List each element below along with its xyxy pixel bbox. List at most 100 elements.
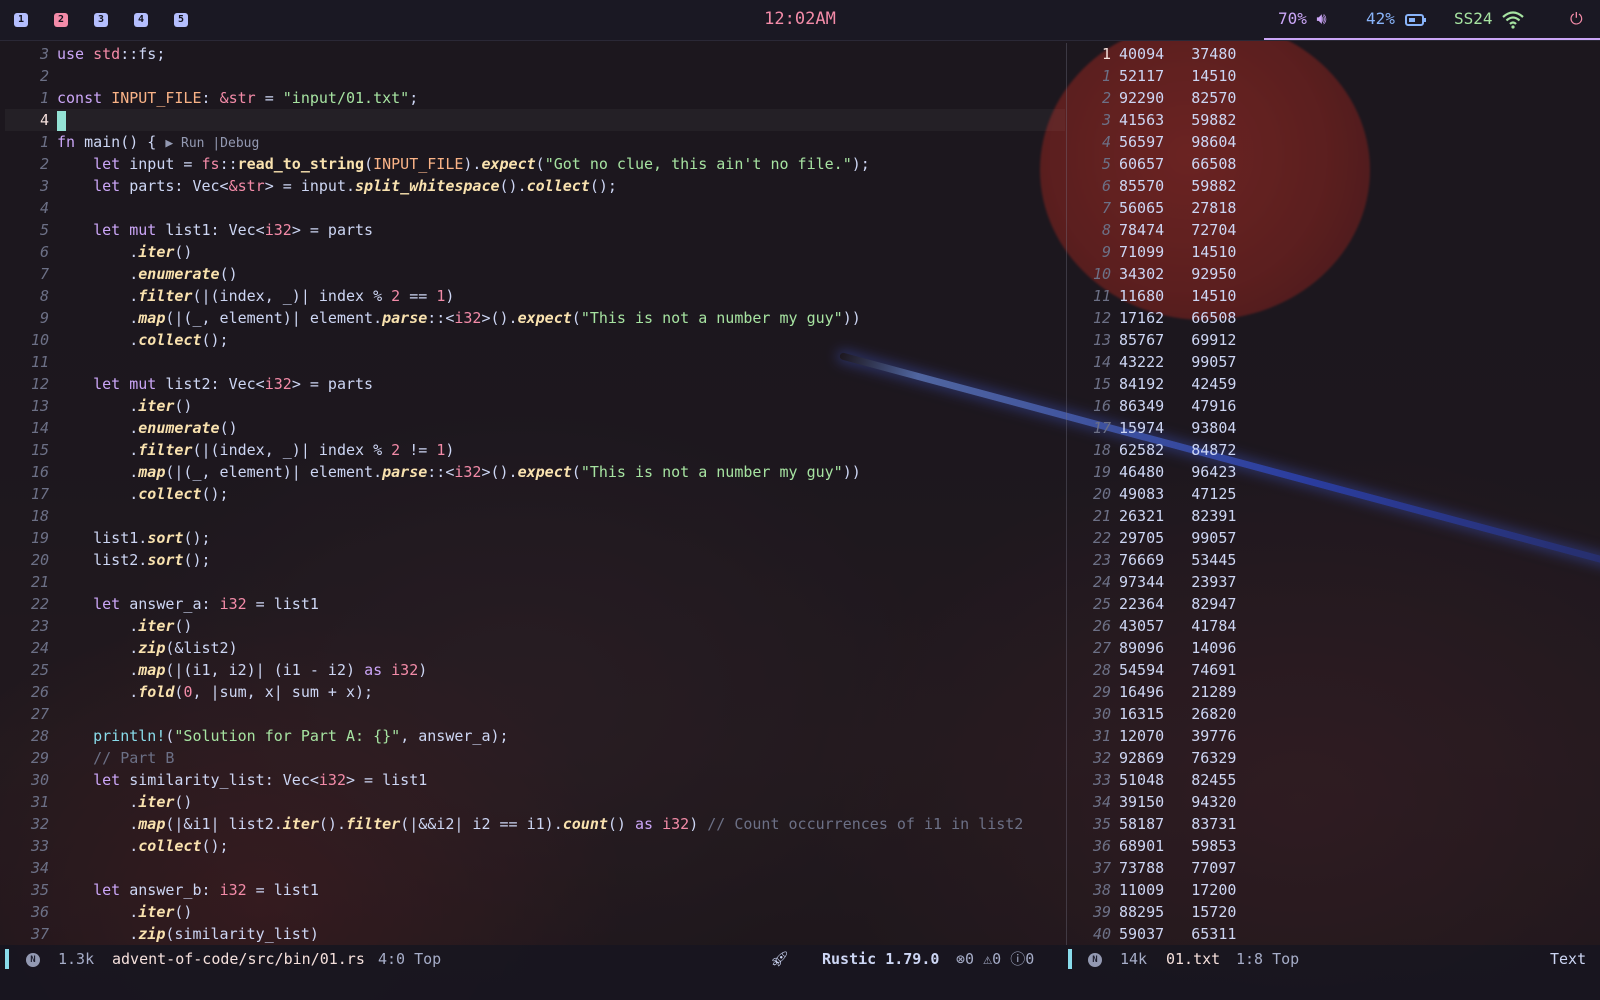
line-number: 18 (30, 507, 49, 525)
code-line[interactable]: 28 println!("Solution for Part A: {}", a… (5, 725, 509, 747)
code-line[interactable]: 4 (5, 109, 66, 131)
data-row[interactable]: 20 49083 47125 (1067, 483, 1236, 505)
data-row[interactable]: 35 58187 83731 (1067, 813, 1236, 835)
code-line[interactable]: 3 let parts: Vec<&str> = input.split_whi… (5, 175, 617, 197)
data-row[interactable]: 30 16315 26820 (1067, 703, 1236, 725)
data-row[interactable]: 11 11680 14510 (1067, 285, 1236, 307)
data-row[interactable]: 4 56597 98604 (1067, 131, 1236, 153)
code-line[interactable]: 16 .map(|(_, element)| element.parse::<i… (5, 461, 861, 483)
data-row[interactable]: 34 39150 94320 (1067, 791, 1236, 813)
line-number: 26 (1092, 617, 1111, 635)
code-line[interactable]: 35 let answer_b: i32 = list1 (5, 879, 319, 901)
code-line[interactable]: 17 .collect(); (5, 483, 229, 505)
code-line[interactable]: 10 .collect(); (5, 329, 229, 351)
code-line[interactable]: 34 (5, 857, 57, 879)
data-row[interactable]: 12 17162 66508 (1067, 307, 1236, 329)
data-row[interactable]: 2 92290 82570 (1067, 87, 1236, 109)
data-row[interactable]: 33 51048 82455 (1067, 769, 1236, 791)
data-row[interactable]: 15 84192 42459 (1067, 373, 1236, 395)
data-row[interactable]: 38 11009 17200 (1067, 879, 1236, 901)
data-row[interactable]: 3 41563 59882 (1067, 109, 1236, 131)
data-row[interactable]: 6 85570 59882 (1067, 175, 1236, 197)
code-line[interactable]: 26 .fold(0, |sum, x| sum + x); (5, 681, 373, 703)
data-row[interactable]: 18 62582 84872 (1067, 439, 1236, 461)
code-token: (); (183, 551, 211, 569)
data-row[interactable]: 9 71099 14510 (1067, 241, 1236, 263)
code-line[interactable]: 1 fn main() { ▶ Run |Debug (5, 131, 259, 153)
data-row[interactable]: 8 78474 72704 (1067, 219, 1236, 241)
data-row[interactable]: 24 97344 23937 (1067, 571, 1236, 593)
code-line[interactable]: 23 .iter() (5, 615, 193, 637)
code-line[interactable]: 22 let answer_a: i32 = list1 (5, 593, 319, 615)
line-number: 21 (30, 573, 49, 591)
data-row[interactable]: 40 59037 65311 (1067, 923, 1236, 945)
command-line[interactable] (0, 973, 1600, 1000)
network-indicator[interactable]: SS24 (1454, 9, 1524, 29)
code-line[interactable]: 31 .iter() (5, 791, 193, 813)
codelens-run-debug[interactable]: ▶ Run |Debug (165, 136, 259, 151)
code-line[interactable]: 5 let mut list1: Vec<i32> = parts (5, 219, 373, 241)
data-row[interactable]: 10 34302 92950 (1067, 263, 1236, 285)
line-number: 16 (1092, 397, 1111, 415)
code-editor-pane[interactable]: 3 use std::fs; 2 1 const INPUT_FILE: &str = … (5, 43, 1065, 945)
data-row[interactable]: 29 16496 21289 (1067, 681, 1236, 703)
code-line[interactable]: 36 .iter() (5, 901, 193, 923)
code-line[interactable]: 8 .filter(|(index, _)| index % 2 == 1) (5, 285, 454, 307)
code-line[interactable]: 9 .map(|(_, element)| element.parse::<i3… (5, 307, 861, 329)
code-line[interactable]: 14 .enumerate() (5, 417, 238, 439)
data-row[interactable]: 27 89096 14096 (1067, 637, 1236, 659)
data-row[interactable]: 22 29705 99057 (1067, 527, 1236, 549)
code-token: read_to_string (237, 155, 365, 173)
data-row[interactable]: 7 56065 27818 (1067, 197, 1236, 219)
value-left: 85767 (1119, 331, 1165, 349)
data-row[interactable]: 31 12070 39776 (1067, 725, 1236, 747)
data-row[interactable]: 13 85767 69912 (1067, 329, 1236, 351)
data-row[interactable]: 23 76669 53445 (1067, 549, 1236, 571)
code-line[interactable]: 6 .iter() (5, 241, 193, 263)
data-row[interactable]: 1 40094 37480 (1067, 43, 1236, 65)
data-row[interactable]: 32 92869 76329 (1067, 747, 1236, 769)
code-line[interactable]: 29 // Part B (5, 747, 174, 769)
data-file-pane[interactable]: 1 40094 37480 1 52117 14510 2 92290 82570 3 415… (1066, 43, 1600, 945)
code-line[interactable]: 33 .collect(); (5, 835, 229, 857)
code-line[interactable]: 19 list1.sort(); (5, 527, 211, 549)
data-row[interactable]: 19 46480 96423 (1067, 461, 1236, 483)
data-row[interactable]: 25 22364 82947 (1067, 593, 1236, 615)
code-line[interactable]: 25 .map(|(i1, i2)| (i1 - i2) as i32) (5, 659, 427, 681)
code-line[interactable]: 1 const INPUT_FILE: &str = "input/01.txt"… (5, 87, 418, 109)
code-line[interactable]: 37 .zip(similarity_list) (5, 923, 319, 945)
battery-indicator[interactable]: 42% (1366, 9, 1427, 28)
code-line[interactable]: 15 .filter(|(index, _)| index % 2 != 1) (5, 439, 454, 461)
code-token: . (57, 331, 139, 349)
code-line[interactable]: 3 use std::fs; (5, 43, 165, 65)
data-row[interactable]: 36 68901 59853 (1067, 835, 1236, 857)
data-row[interactable]: 39 88295 15720 (1067, 901, 1236, 923)
volume-indicator[interactable]: 70% 🔊︎ (1278, 9, 1327, 29)
code-line[interactable]: 21 (5, 571, 57, 593)
data-row[interactable]: 28 54594 74691 (1067, 659, 1236, 681)
data-row[interactable]: 17 15974 93804 (1067, 417, 1236, 439)
data-row[interactable]: 37 73788 77097 (1067, 857, 1236, 879)
code-line[interactable]: 2 let input = fs::read_to_string(INPUT_F… (5, 153, 870, 175)
code-line[interactable]: 20 list2.sort(); (5, 549, 211, 571)
data-row[interactable]: 5 60657 66508 (1067, 153, 1236, 175)
data-row[interactable]: 14 43222 99057 (1067, 351, 1236, 373)
code-line[interactable]: 11 (5, 351, 57, 373)
code-token: i32 (454, 463, 482, 481)
code-line[interactable]: 12 let mut list2: Vec<i32> = parts (5, 373, 373, 395)
code-line[interactable]: 32 .map(|&i1| list2.iter().filter(|&&i2|… (5, 813, 1023, 835)
data-row[interactable]: 26 43057 41784 (1067, 615, 1236, 637)
code-line[interactable]: 2 (5, 65, 57, 87)
data-row[interactable]: 21 26321 82391 (1067, 505, 1236, 527)
code-line[interactable]: 24 .zip(&list2) (5, 637, 238, 659)
code-line[interactable]: 27 (5, 703, 57, 725)
code-line[interactable]: 4 (5, 197, 57, 219)
power-icon[interactable]: ⏻ (1570, 9, 1583, 29)
data-row[interactable]: 16 86349 47916 (1067, 395, 1236, 417)
code-line[interactable]: 18 (5, 505, 57, 527)
code-line[interactable]: 13 .iter() (5, 395, 193, 417)
data-row[interactable]: 1 52117 14510 (1067, 65, 1236, 87)
code-line[interactable]: 30 let similarity_list: Vec<i32> = list1 (5, 769, 427, 791)
code-line[interactable]: 7 .enumerate() (5, 263, 238, 285)
